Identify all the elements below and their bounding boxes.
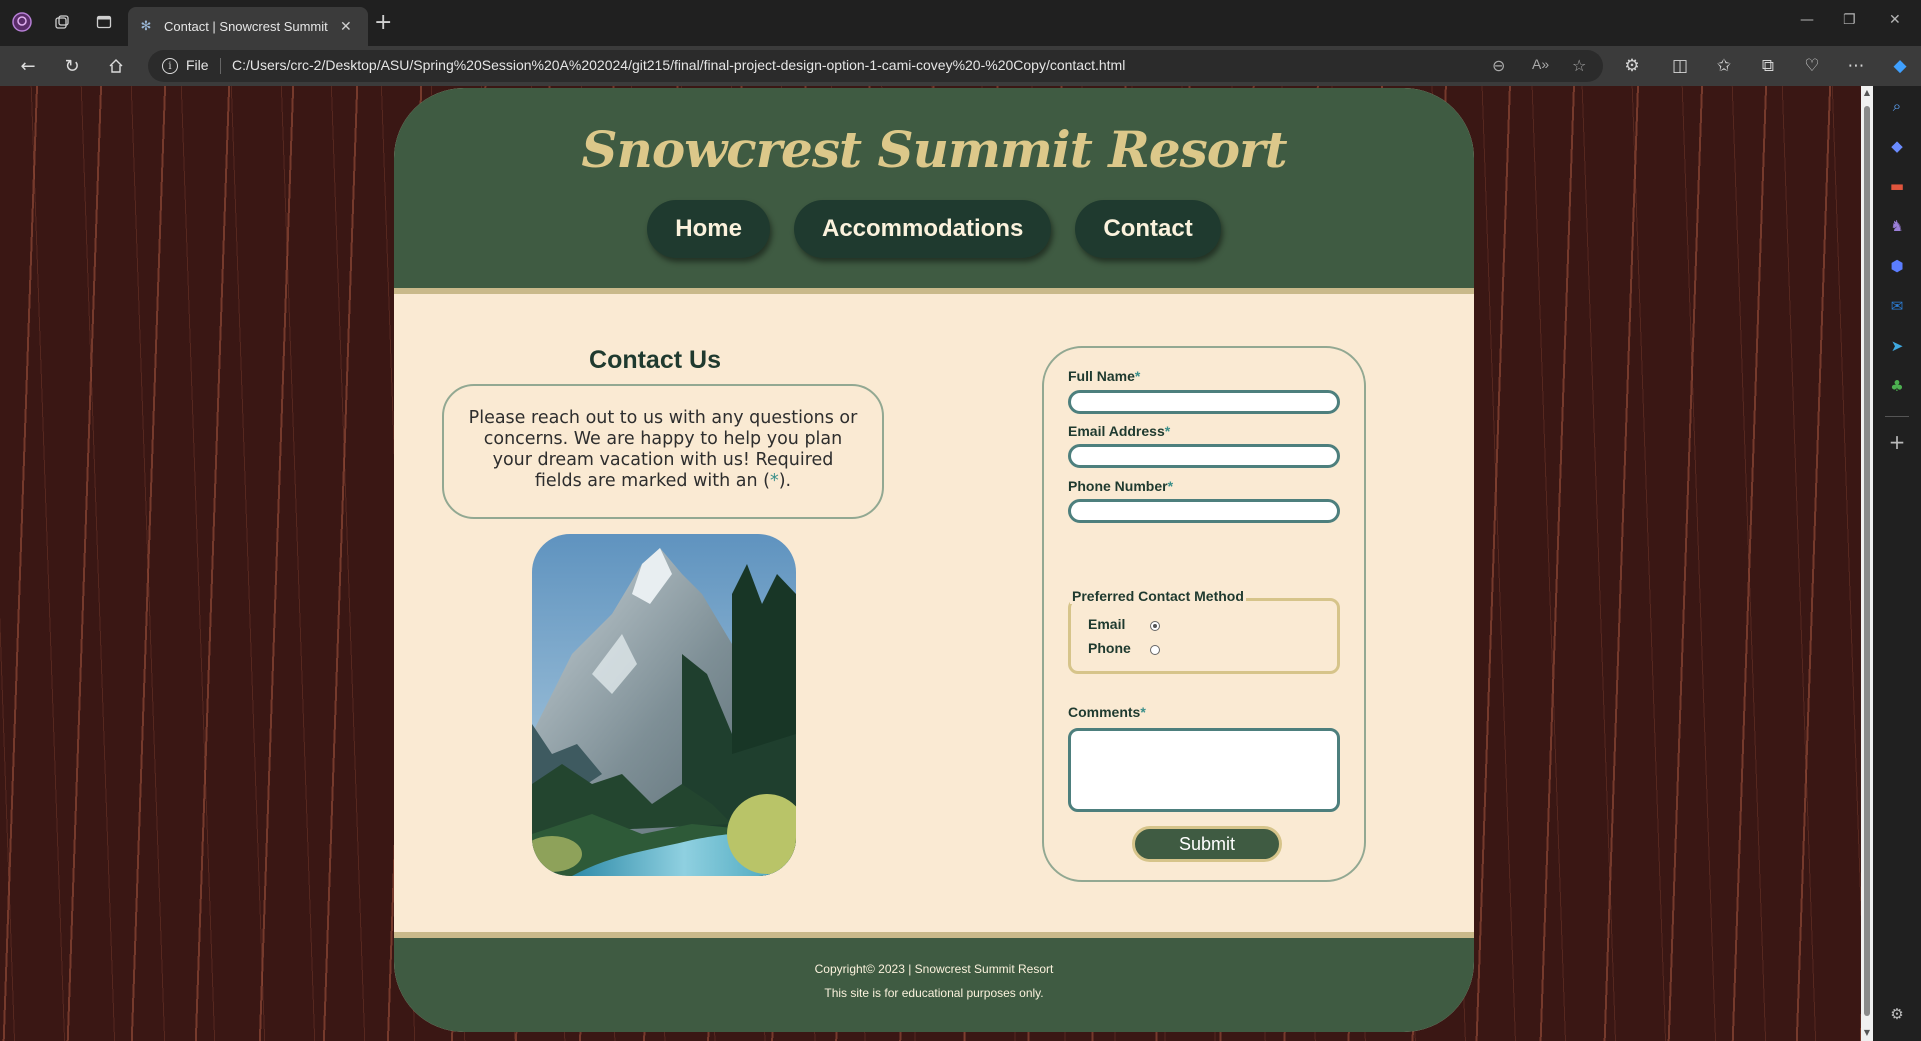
close-window-icon[interactable]: ✕ (1889, 12, 1901, 28)
nav-contact-button[interactable]: Contact (1075, 200, 1221, 258)
footer-copyright: Copyright© 2023 | Snowcrest Summit Resor… (814, 962, 1054, 976)
search-icon[interactable]: ⌕ (1885, 94, 1909, 118)
contact-heading: Contact Us (589, 346, 721, 374)
comments-label: Comments* (1068, 704, 1146, 720)
tree-icon[interactable]: ♣ (1885, 374, 1909, 398)
restore-icon[interactable]: ❐ (1843, 12, 1856, 28)
site-container: Snowcrest Summit Resort Home Accommodati… (394, 88, 1474, 1032)
main-nav: Home Accommodations Contact (394, 200, 1474, 258)
drop-icon[interactable]: ➤ (1885, 334, 1909, 358)
method-email-radio[interactable] (1150, 621, 1160, 631)
home-icon[interactable] (104, 54, 128, 78)
add-sidebar-app-icon[interactable]: + (1885, 430, 1909, 454)
nav-home-button[interactable]: Home (647, 200, 770, 258)
tab-title: Contact | Snowcrest Summit Resort (164, 19, 332, 34)
site-header: Snowcrest Summit Resort Home Accommodati… (394, 88, 1474, 294)
games-icon[interactable]: ♞ (1885, 214, 1909, 238)
page-viewport: Snowcrest Summit Resort Home Accommodati… (0, 86, 1861, 1041)
collections-icon[interactable]: ⧉ (1756, 54, 1780, 78)
outlook-icon[interactable]: ✉ (1885, 294, 1909, 318)
favorites-icon[interactable]: ✩ (1712, 54, 1736, 78)
active-tab[interactable]: ✻ Contact | Snowcrest Summit Resort ✕ (128, 7, 368, 46)
contact-intro-box: Please reach out to us with any question… (442, 384, 884, 519)
page-scrollbar[interactable]: ▲ ▼ (1861, 86, 1873, 1041)
refresh-icon[interactable]: ↻ (60, 54, 84, 78)
method-phone-label[interactable]: Phone (1088, 640, 1131, 656)
workspaces-icon[interactable] (50, 10, 74, 34)
site-info-icon[interactable]: i (162, 58, 178, 74)
more-menu-icon[interactable]: ⋯ (1844, 54, 1868, 78)
scroll-up-icon[interactable]: ▲ (1863, 88, 1871, 97)
submit-button[interactable]: Submit (1132, 826, 1282, 862)
mountain-river-photo (532, 534, 796, 876)
contact-form: Full Name* Email Address* Phone Number* … (1042, 346, 1366, 882)
email-label: Email Address* (1068, 423, 1171, 439)
site-favicon-icon: ✻ (140, 19, 152, 34)
full-name-label: Full Name* (1068, 368, 1141, 384)
phone-label: Phone Number* (1068, 478, 1174, 494)
url-text[interactable]: C:/Users/crc-2/Desktop/ASU/Spring%20Sess… (232, 57, 1125, 73)
intro-required-marker: * (769, 471, 779, 491)
comments-textarea[interactable] (1068, 728, 1340, 812)
tools-briefcase-icon[interactable]: ▬ (1885, 174, 1909, 198)
method-phone-radio[interactable] (1150, 645, 1160, 655)
tab-actions-icon[interactable] (92, 10, 116, 34)
intro-text: Please reach out to us with any question… (468, 408, 858, 491)
phone-input[interactable] (1068, 499, 1340, 523)
nav-accommodations-button[interactable]: Accommodations (793, 200, 1052, 258)
zoom-out-icon[interactable]: ⊖ (1492, 56, 1505, 75)
browser-toolbar: ← ↻ i File C:/Users/crc-2/Desktop/ASU/Sp… (0, 46, 1921, 86)
browser-essentials-icon[interactable]: ♡ (1800, 54, 1824, 78)
read-aloud-icon[interactable]: A» (1532, 56, 1549, 72)
url-separator (220, 58, 221, 74)
intro-close: ). (778, 471, 792, 491)
profile-avatar-icon[interactable] (10, 10, 34, 34)
shopping-tag-icon[interactable]: ◆ (1885, 134, 1909, 158)
extensions-icon[interactable]: ⚙ (1620, 54, 1644, 78)
contact-method-legend: Preferred Contact Method (1070, 588, 1246, 604)
minimize-icon[interactable]: — (1800, 12, 1814, 28)
address-bar[interactable]: i File C:/Users/crc-2/Desktop/ASU/Spring… (148, 50, 1603, 82)
copilot-icon[interactable]: ◆ (1888, 54, 1912, 78)
sidebar-divider (1885, 416, 1909, 417)
close-tab-icon[interactable]: ✕ (340, 19, 352, 35)
method-email-label[interactable]: Email (1088, 616, 1125, 632)
edge-sidebar: ⌕ ◆ ▬ ♞ ⬢ ✉ ➤ ♣ + ⚙ (1873, 86, 1921, 1041)
site-title: Snowcrest Summit Resort (581, 120, 1287, 179)
site-footer: Copyright© 2023 | Snowcrest Summit Resor… (394, 932, 1474, 1032)
back-icon[interactable]: ← (16, 54, 40, 78)
browser-tab-bar: ✻ Contact | Snowcrest Summit Resort ✕ + … (0, 0, 1921, 46)
scroll-down-icon[interactable]: ▼ (1863, 1028, 1871, 1037)
favorite-star-icon[interactable]: ☆ (1572, 56, 1586, 75)
scroll-thumb[interactable] (1864, 106, 1870, 1016)
sidebar-settings-icon[interactable]: ⚙ (1885, 1002, 1909, 1026)
microsoft-365-icon[interactable]: ⬢ (1885, 254, 1909, 278)
new-tab-icon[interactable]: + (374, 12, 392, 34)
full-name-input[interactable] (1068, 390, 1340, 414)
split-screen-icon[interactable]: ◫ (1668, 54, 1692, 78)
url-scheme-label: File (186, 57, 209, 73)
footer-disclaimer: This site is for educational purposes on… (824, 986, 1044, 1000)
email-input[interactable] (1068, 444, 1340, 468)
contact-method-fieldset (1068, 598, 1340, 674)
